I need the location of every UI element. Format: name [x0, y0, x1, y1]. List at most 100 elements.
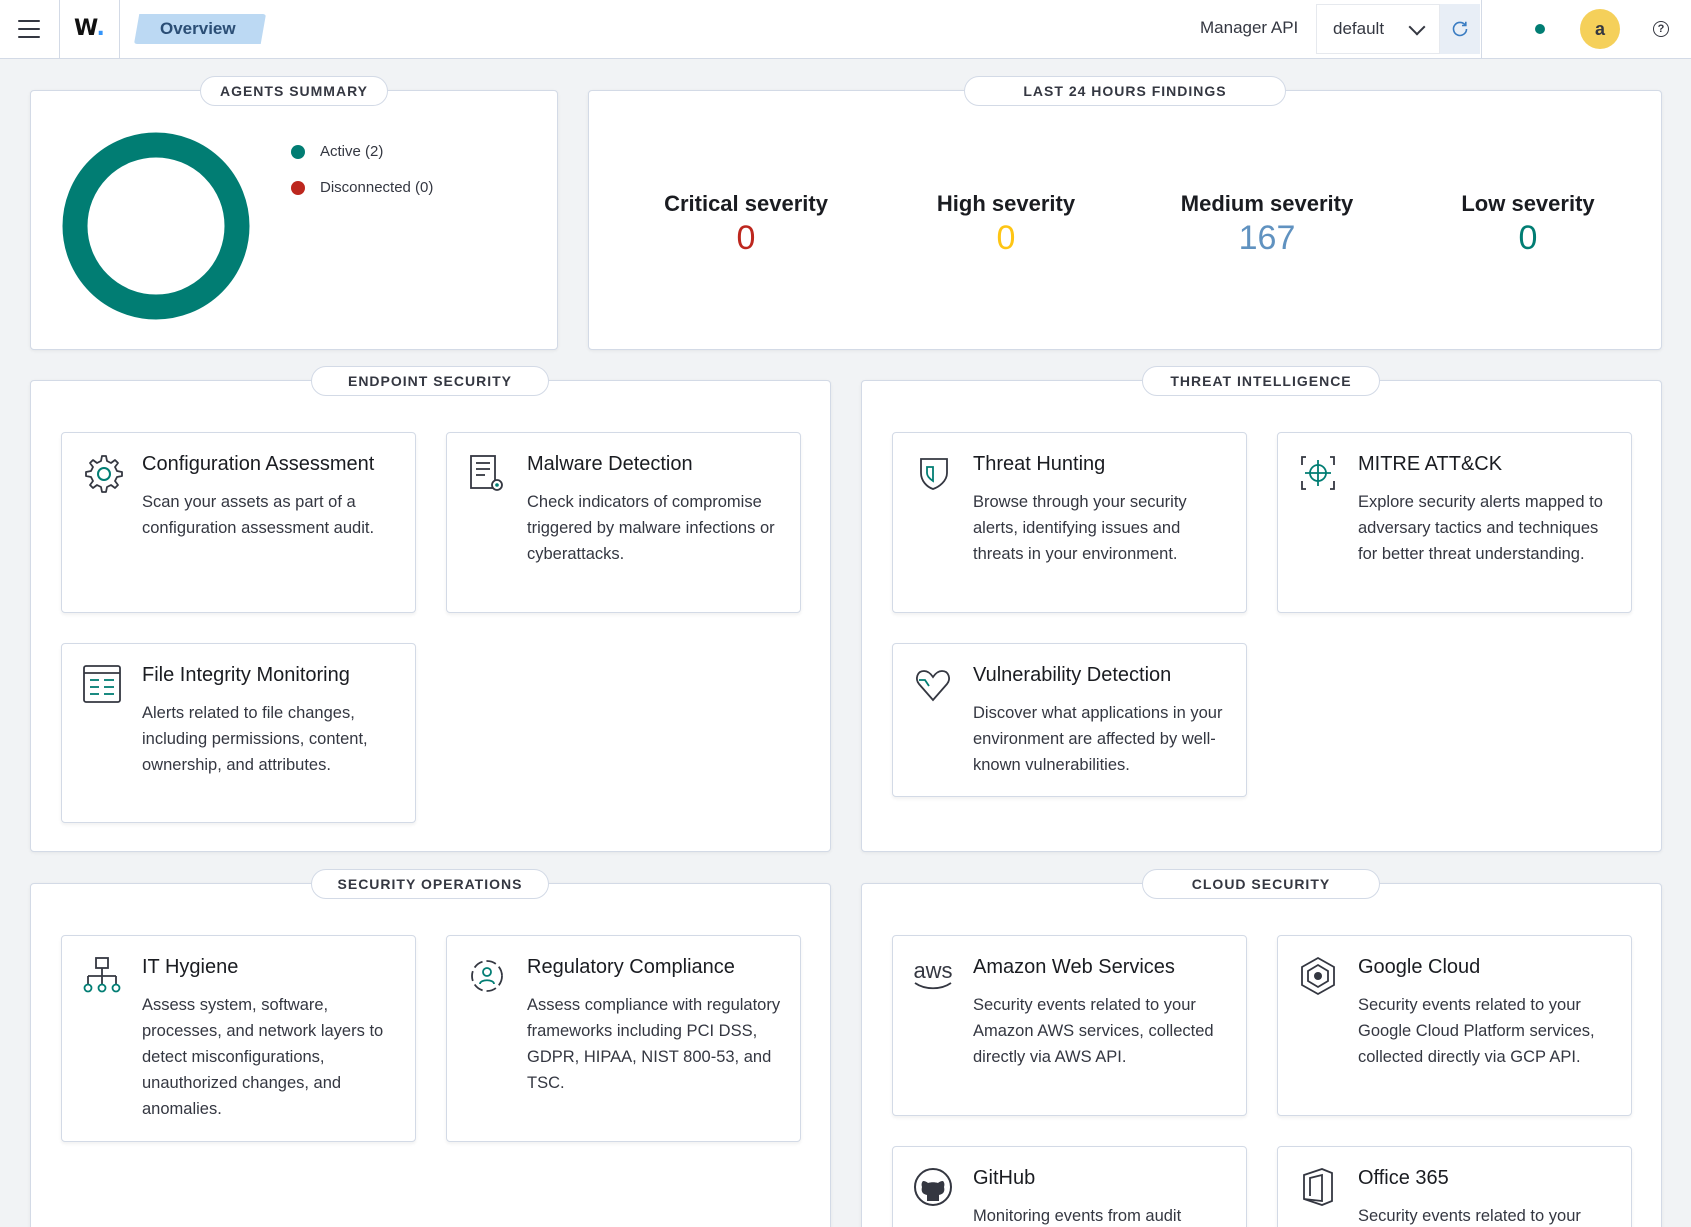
agents-summary-title: AGENTS SUMMARY — [200, 76, 388, 106]
card-description: Browse through your security alerts, ide… — [973, 493, 1187, 563]
severity-value: 0 — [1518, 219, 1538, 257]
crosshair-icon — [1301, 456, 1335, 490]
card-description: Security events related to your Amazon A… — [973, 996, 1214, 1066]
agents-summary-panel: Active (2) Disconnected (0) — [30, 90, 558, 350]
aws-smile-icon — [914, 982, 952, 990]
card-office-365[interactable]: Office 365 Security events related to yo… — [1277, 1146, 1632, 1227]
card-description: Monitoring events from audit — [973, 1207, 1182, 1225]
endpoint-security-panel: Configuration Assessment Scan your asset… — [30, 380, 831, 852]
card-title: Configuration Assessment — [142, 453, 375, 475]
severity-label: Low severity — [1461, 191, 1595, 216]
top-header: W. Overview Manager API default a ? — [0, 0, 1691, 59]
card-malware-detection[interactable]: Malware Detection Check indicators of co… — [446, 432, 801, 613]
app-logo[interactable]: W. — [74, 16, 105, 41]
connection-status-dot — [1535, 24, 1545, 34]
findings-panel: Critical severity 0 High severity 0 Medi… — [588, 90, 1662, 350]
severity-value: 0 — [736, 219, 756, 257]
card-title: MITRE ATT&CK — [1358, 453, 1503, 475]
gear-icon — [85, 455, 123, 493]
threat-intelligence-title: THREAT INTELLIGENCE — [1142, 366, 1380, 396]
security-operations-title: SECURITY OPERATIONS — [311, 869, 549, 899]
card-it-hygiene[interactable]: IT Hygiene Assess system, software, proc… — [61, 935, 416, 1142]
card-description: Scan your assets as part of a configurat… — [142, 493, 375, 537]
refresh-button[interactable] — [1440, 4, 1480, 54]
card-google-cloud[interactable]: Google Cloud Security events related to … — [1277, 935, 1632, 1116]
medium-severity-stat[interactable]: Medium severity 167 — [1152, 191, 1382, 258]
api-selector[interactable]: default — [1316, 4, 1440, 54]
user-avatar[interactable]: a — [1580, 9, 1620, 49]
card-description: Explore security alerts mapped to advers… — [1358, 493, 1603, 563]
legend-label: Active (2) — [320, 143, 384, 160]
card-title: GitHub — [973, 1167, 1036, 1189]
legend-label: Disconnected (0) — [320, 179, 434, 196]
api-selector-value: default — [1333, 19, 1385, 38]
card-description: Alerts related to file changes, includin… — [142, 704, 368, 774]
card-title: Google Cloud — [1358, 956, 1481, 978]
github-icon — [914, 1168, 952, 1206]
card-mitre-attack[interactable]: MITRE ATT&CK Explore security alerts map… — [1277, 432, 1632, 613]
card-title: Office 365 — [1358, 1167, 1449, 1189]
card-title: Amazon Web Services — [973, 956, 1175, 978]
heart-icon — [916, 670, 950, 702]
card-amazon-web-services[interactable]: aws Amazon Web Services Security events … — [892, 935, 1247, 1116]
card-title: IT Hygiene — [142, 956, 239, 978]
endpoint-security-title: ENDPOINT SECURITY — [311, 366, 549, 396]
card-title: Threat Hunting — [973, 453, 1106, 475]
card-description: Discover what applications in your envir… — [973, 704, 1223, 774]
agents-donut-chart — [62, 132, 250, 320]
logo-dot: . — [96, 16, 105, 41]
card-description: Security events related to your — [1358, 1207, 1581, 1225]
card-description: Assess system, software, processes, and … — [142, 996, 384, 1118]
header-divider — [119, 0, 120, 59]
google-cloud-icon — [1301, 956, 1335, 996]
document-gear-icon — [470, 455, 503, 491]
card-vulnerability-detection[interactable]: Vulnerability Detection Discover what ap… — [892, 643, 1247, 797]
severity-value: 167 — [1238, 219, 1296, 257]
list-icon — [83, 665, 121, 703]
header-divider — [1481, 0, 1482, 59]
card-title: Vulnerability Detection — [973, 664, 1172, 686]
severity-label: Medium severity — [1180, 191, 1354, 216]
card-threat-hunting[interactable]: Threat Hunting Browse through your secur… — [892, 432, 1247, 613]
card-file-integrity-monitoring[interactable]: File Integrity Monitoring Alerts related… — [61, 643, 416, 823]
findings-title: LAST 24 HOURS FINDINGS — [964, 76, 1286, 106]
card-title: Regulatory Compliance — [527, 956, 735, 978]
menu-icon[interactable] — [18, 20, 40, 38]
logo-text: W — [74, 16, 97, 41]
legend-active[interactable]: Active (2) — [291, 143, 383, 160]
office-icon — [1303, 1168, 1333, 1206]
legend-dot — [291, 144, 305, 159]
card-title: Malware Detection — [527, 453, 693, 475]
card-description: Security events related to your Google C… — [1358, 996, 1595, 1066]
aws-icon: aws — [911, 954, 955, 998]
severity-value: 0 — [996, 219, 1016, 257]
cloud-security-panel: aws Amazon Web Services Security events … — [861, 883, 1662, 1227]
card-configuration-assessment[interactable]: Configuration Assessment Scan your asset… — [61, 432, 416, 613]
chevron-down-icon — [1408, 18, 1426, 36]
security-operations-panel: IT Hygiene Assess system, software, proc… — [30, 883, 831, 1227]
low-severity-stat[interactable]: Low severity 0 — [1413, 191, 1643, 258]
cloud-security-title: CLOUD SECURITY — [1142, 869, 1380, 899]
card-description: Assess compliance with regulatory framew… — [527, 996, 781, 1092]
compliance-icon — [471, 960, 503, 992]
critical-severity-stat[interactable]: Critical severity 0 — [631, 191, 861, 258]
card-title: File Integrity Monitoring — [142, 664, 350, 686]
manager-api-label: Manager API — [1200, 18, 1299, 37]
network-icon — [83, 957, 121, 993]
severity-label: High severity — [936, 191, 1076, 216]
high-severity-stat[interactable]: High severity 0 — [891, 191, 1121, 258]
shield-icon — [920, 458, 948, 490]
legend-disconnected[interactable]: Disconnected (0) — [291, 179, 433, 196]
legend-dot — [291, 180, 305, 195]
donut-segment-active — [62, 132, 250, 320]
card-github[interactable]: GitHub Monitoring events from audit — [892, 1146, 1247, 1227]
header-divider — [59, 0, 60, 59]
refresh-icon — [1452, 21, 1468, 37]
threat-intelligence-panel: Threat Hunting Browse through your secur… — [861, 380, 1662, 852]
help-icon[interactable]: ? — [1653, 21, 1669, 37]
card-regulatory-compliance[interactable]: Regulatory Compliance Assess compliance … — [446, 935, 801, 1142]
card-description: Check indicators of compromise triggered… — [527, 493, 775, 563]
severity-label: Critical severity — [664, 191, 828, 216]
aws-icon-text: aws — [913, 958, 953, 983]
breadcrumb-overview[interactable]: Overview — [134, 14, 266, 44]
